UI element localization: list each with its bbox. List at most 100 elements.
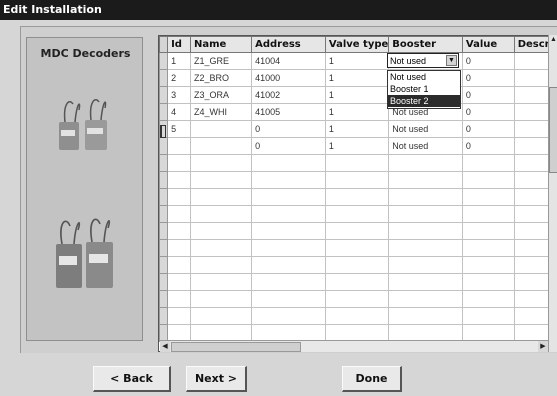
- cell-valve-type[interactable]: 1: [324, 103, 390, 121]
- empty-cell[interactable]: [251, 307, 326, 325]
- row-header[interactable]: [159, 290, 169, 308]
- empty-cell[interactable]: [251, 290, 326, 308]
- empty-cell[interactable]: [388, 171, 463, 189]
- empty-cell[interactable]: [167, 256, 191, 274]
- empty-row[interactable]: [159, 307, 556, 325]
- empty-cell[interactable]: [167, 290, 191, 308]
- cell-booster[interactable]: Not used: [388, 137, 463, 155]
- empty-cell[interactable]: [189, 324, 253, 342]
- row-header[interactable]: [159, 137, 169, 155]
- empty-cell[interactable]: [388, 324, 463, 342]
- cell-value[interactable]: 0: [461, 137, 515, 155]
- row-header[interactable]: [159, 324, 169, 342]
- cell-address[interactable]: 41000: [251, 69, 326, 87]
- row-header[interactable]: [159, 222, 169, 240]
- cell-address[interactable]: 41005: [251, 103, 326, 121]
- empty-row[interactable]: [159, 171, 556, 189]
- empty-cell[interactable]: [189, 154, 253, 172]
- table-row[interactable]: 1 Z1_GRE 41004 1 0: [159, 52, 556, 70]
- empty-row[interactable]: [159, 290, 556, 308]
- empty-cell[interactable]: [388, 273, 463, 291]
- empty-cell[interactable]: [189, 290, 253, 308]
- empty-cell[interactable]: [167, 239, 191, 257]
- empty-cell[interactable]: [388, 256, 463, 274]
- horizontal-scroll-thumb[interactable]: [171, 342, 301, 352]
- cell-value[interactable]: 0: [461, 52, 515, 70]
- empty-cell[interactable]: [324, 188, 390, 206]
- empty-cell[interactable]: [167, 222, 191, 240]
- cell-valve-type[interactable]: 1: [324, 69, 390, 87]
- cell-name[interactable]: [189, 137, 253, 155]
- empty-cell[interactable]: [189, 256, 253, 274]
- row-header[interactable]: [159, 239, 169, 257]
- empty-cell[interactable]: [167, 154, 191, 172]
- empty-cell[interactable]: [324, 154, 390, 172]
- cell-name[interactable]: [189, 120, 253, 138]
- next-button[interactable]: Next >: [186, 366, 247, 392]
- empty-cell[interactable]: [324, 222, 390, 240]
- chevron-down-icon[interactable]: ▼: [446, 55, 457, 66]
- empty-cell[interactable]: [388, 154, 463, 172]
- empty-cell[interactable]: [167, 188, 191, 206]
- empty-cell[interactable]: [461, 239, 515, 257]
- empty-cell[interactable]: [251, 222, 326, 240]
- cell-valve-type[interactable]: 1: [324, 120, 390, 138]
- booster-option-booster-1[interactable]: Booster 1: [388, 83, 460, 95]
- empty-cell[interactable]: [167, 307, 191, 325]
- cell-name[interactable]: Z4_WHI: [189, 103, 253, 121]
- empty-row[interactable]: [159, 222, 556, 240]
- empty-cell[interactable]: [461, 222, 515, 240]
- empty-cell[interactable]: [189, 171, 253, 189]
- cell-address[interactable]: 0: [251, 120, 326, 138]
- empty-cell[interactable]: [167, 205, 191, 223]
- empty-cell[interactable]: [388, 290, 463, 308]
- empty-cell[interactable]: [461, 324, 515, 342]
- empty-cell[interactable]: [324, 324, 390, 342]
- row-header[interactable]: [159, 86, 169, 104]
- cell-value[interactable]: 0: [461, 69, 515, 87]
- cell-valve-type[interactable]: 1: [324, 52, 390, 70]
- empty-row[interactable]: [159, 154, 556, 172]
- empty-cell[interactable]: [324, 205, 390, 223]
- cell-id[interactable]: 4: [167, 103, 191, 121]
- scroll-left-icon[interactable]: ◀: [160, 341, 170, 352]
- empty-cell[interactable]: [461, 290, 515, 308]
- row-header[interactable]: [159, 52, 169, 70]
- cell-name[interactable]: Z3_ORA: [189, 86, 253, 104]
- cell-id[interactable]: [167, 137, 191, 155]
- empty-cell[interactable]: [251, 205, 326, 223]
- empty-cell[interactable]: [189, 188, 253, 206]
- empty-cell[interactable]: [324, 256, 390, 274]
- booster-option-booster-2[interactable]: Booster 2: [388, 95, 460, 107]
- row-header[interactable]: [159, 188, 169, 206]
- column-header-name[interactable]: Name: [189, 36, 253, 53]
- table-row[interactable]: 0 1 Not used 0: [159, 137, 556, 155]
- empty-cell[interactable]: [251, 171, 326, 189]
- empty-cell[interactable]: [388, 188, 463, 206]
- booster-select[interactable]: Not used ▼: [387, 53, 459, 68]
- cell-valve-type[interactable]: 1: [324, 137, 390, 155]
- empty-row[interactable]: [159, 239, 556, 257]
- empty-cell[interactable]: [324, 171, 390, 189]
- empty-cell[interactable]: [251, 273, 326, 291]
- column-header-valve-type[interactable]: Valve type: [324, 36, 390, 53]
- row-header[interactable]: [159, 205, 169, 223]
- row-header[interactable]: [159, 103, 169, 121]
- done-button[interactable]: Done: [342, 366, 402, 392]
- empty-row[interactable]: [159, 205, 556, 223]
- empty-cell[interactable]: [189, 222, 253, 240]
- cell-id[interactable]: 2: [167, 69, 191, 87]
- table-row[interactable]: 2 Z2_BRO 41000 1 0: [159, 69, 556, 87]
- cell-value[interactable]: 0: [461, 103, 515, 121]
- cell-value[interactable]: 0: [461, 120, 515, 138]
- empty-cell[interactable]: [167, 324, 191, 342]
- empty-cell[interactable]: [251, 256, 326, 274]
- empty-cell[interactable]: [388, 205, 463, 223]
- empty-cell[interactable]: [324, 290, 390, 308]
- empty-row[interactable]: [159, 324, 556, 342]
- column-header-address[interactable]: Address: [251, 36, 326, 53]
- cell-address[interactable]: 41002: [251, 86, 326, 104]
- scroll-right-icon[interactable]: ▶: [538, 341, 548, 352]
- empty-row[interactable]: [159, 188, 556, 206]
- cell-id[interactable]: 5: [167, 120, 191, 138]
